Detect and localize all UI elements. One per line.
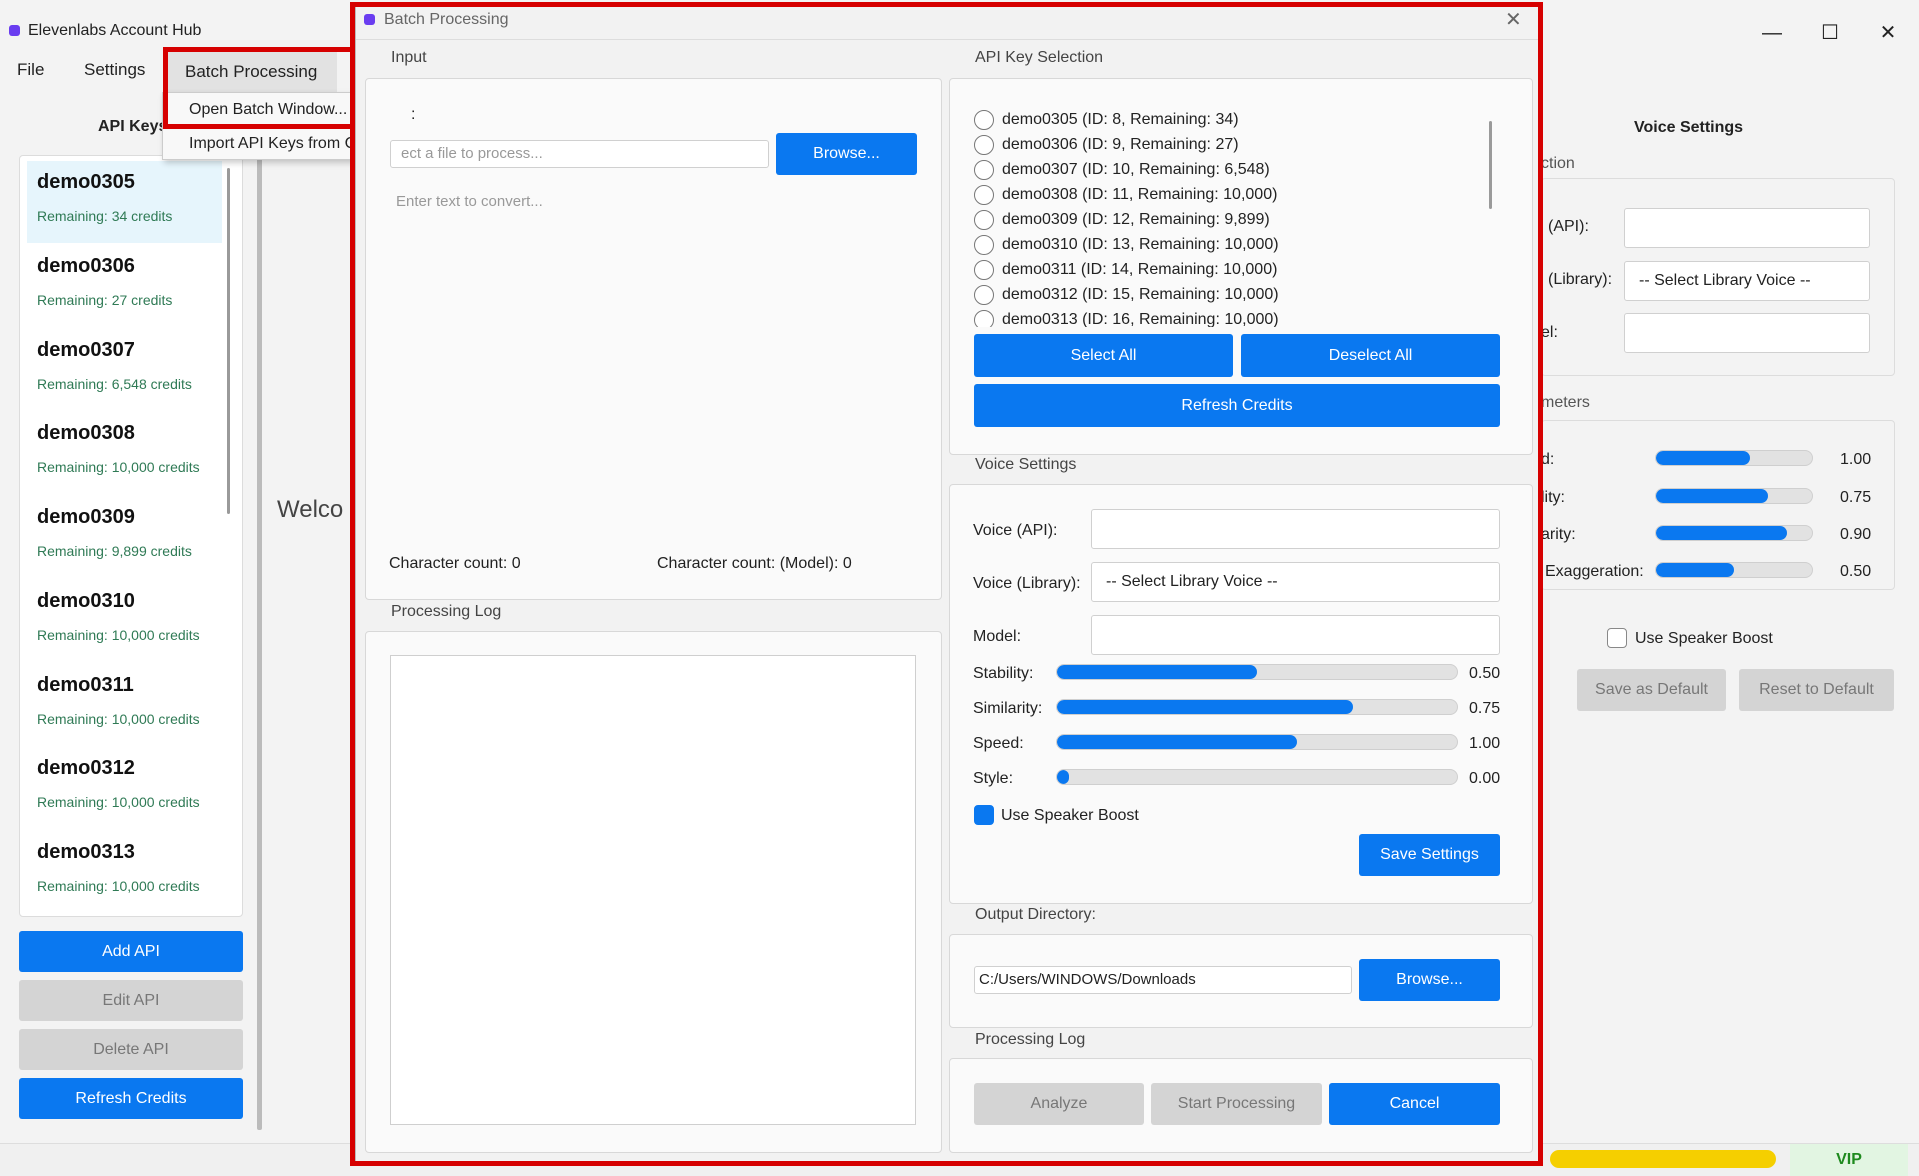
- key-name: demo0306: [37, 255, 135, 277]
- param-label: Exaggeration:: [1545, 563, 1644, 580]
- list-item[interactable]: demo0307 Remaining: 6,548 credits: [27, 329, 222, 411]
- key-remaining: Remaining: 34 credits: [37, 208, 173, 224]
- key-remaining: Remaining: 6,548 credits: [37, 376, 192, 392]
- edit-api-button[interactable]: Edit API: [19, 980, 243, 1021]
- param-label: lity:: [1541, 489, 1565, 506]
- menu-file[interactable]: File: [11, 58, 50, 82]
- voice-api-label: (API):: [1548, 218, 1589, 235]
- api-keys-title: API Keys: [98, 118, 168, 135]
- speaker-boost-label: Use Speaker Boost: [1635, 630, 1773, 647]
- list-item[interactable]: demo0313 Remaining: 10,000 credits: [27, 831, 222, 913]
- key-name: demo0309: [37, 506, 135, 528]
- parameters-section-label: meters: [1541, 394, 1590, 411]
- param-slider[interactable]: [1655, 450, 1813, 466]
- list-item[interactable]: demo0305 Remaining: 34 credits: [27, 161, 222, 243]
- key-name: demo0305: [37, 171, 135, 193]
- list-item[interactable]: demo0312 Remaining: 10,000 credits: [27, 747, 222, 829]
- voice-selection-section-label: ction: [1541, 155, 1575, 172]
- list-item[interactable]: demo0308 Remaining: 10,000 credits: [27, 412, 222, 494]
- window-title: Elevenlabs Account Hub: [28, 22, 202, 39]
- voice-library-select[interactable]: -- Select Library Voice --: [1624, 261, 1870, 301]
- panel-divider[interactable]: [257, 155, 262, 1130]
- welcome-text: Welco: [277, 496, 344, 523]
- param-slider[interactable]: [1655, 562, 1813, 578]
- key-remaining: Remaining: 10,000 credits: [37, 794, 200, 810]
- key-remaining: Remaining: 10,000 credits: [37, 878, 200, 894]
- save-as-default-button[interactable]: Save as Default: [1577, 669, 1726, 711]
- key-name: demo0307: [37, 339, 135, 361]
- maximize-icon[interactable]: ☐: [1810, 18, 1850, 48]
- param-label: arity:: [1541, 526, 1576, 543]
- key-name: demo0312: [37, 757, 135, 779]
- api-key-list: demo0305 Remaining: 34 credits demo0306 …: [19, 155, 243, 917]
- minimize-icon[interactable]: —: [1752, 18, 1792, 48]
- param-value: 0.50: [1840, 563, 1872, 580]
- key-remaining: Remaining: 10,000 credits: [37, 711, 200, 727]
- key-name: demo0311: [37, 674, 134, 696]
- speaker-boost-checkbox[interactable]: [1607, 628, 1627, 648]
- key-name: demo0310: [37, 590, 135, 612]
- param-label: d:: [1541, 451, 1555, 468]
- key-remaining: Remaining: 27 credits: [37, 292, 173, 308]
- model-select[interactable]: [1624, 313, 1870, 353]
- voice-library-label: (Library):: [1548, 271, 1613, 288]
- key-name: demo0308: [37, 422, 135, 444]
- key-remaining: Remaining: 10,000 credits: [37, 459, 200, 475]
- close-icon[interactable]: ✕: [1868, 18, 1908, 48]
- param-value: 0.75: [1840, 489, 1872, 506]
- list-item[interactable]: demo0306 Remaining: 27 credits: [27, 245, 222, 327]
- reset-to-default-button[interactable]: Reset to Default: [1739, 669, 1894, 711]
- status-progress: [1550, 1150, 1776, 1168]
- list-scrollbar[interactable]: [227, 168, 230, 514]
- key-remaining: Remaining: 10,000 credits: [37, 627, 200, 643]
- vip-badge: VIP: [1790, 1144, 1908, 1176]
- voice-settings-title: Voice Settings: [1634, 119, 1744, 136]
- param-value: 1.00: [1840, 451, 1872, 468]
- refresh-credits-button[interactable]: Refresh Credits: [19, 1078, 243, 1119]
- app-icon: [9, 25, 20, 36]
- key-name: demo0313: [37, 841, 135, 863]
- model-label: el:: [1541, 324, 1558, 341]
- menu-settings[interactable]: Settings: [78, 58, 151, 82]
- voice-api-select[interactable]: [1624, 208, 1870, 248]
- list-item[interactable]: demo0311 Remaining: 10,000 credits: [27, 664, 222, 746]
- key-remaining: Remaining: 9,899 credits: [37, 543, 192, 559]
- param-slider[interactable]: [1655, 525, 1813, 541]
- param-value: 0.90: [1840, 526, 1872, 543]
- add-api-button[interactable]: Add API: [19, 931, 243, 972]
- list-item[interactable]: demo0309 Remaining: 9,899 credits: [27, 496, 222, 578]
- delete-api-button[interactable]: Delete API: [19, 1029, 243, 1070]
- param-slider[interactable]: [1655, 488, 1813, 504]
- dialog-highlight-box: [350, 2, 1543, 1166]
- list-item[interactable]: demo0310 Remaining: 10,000 credits: [27, 580, 222, 662]
